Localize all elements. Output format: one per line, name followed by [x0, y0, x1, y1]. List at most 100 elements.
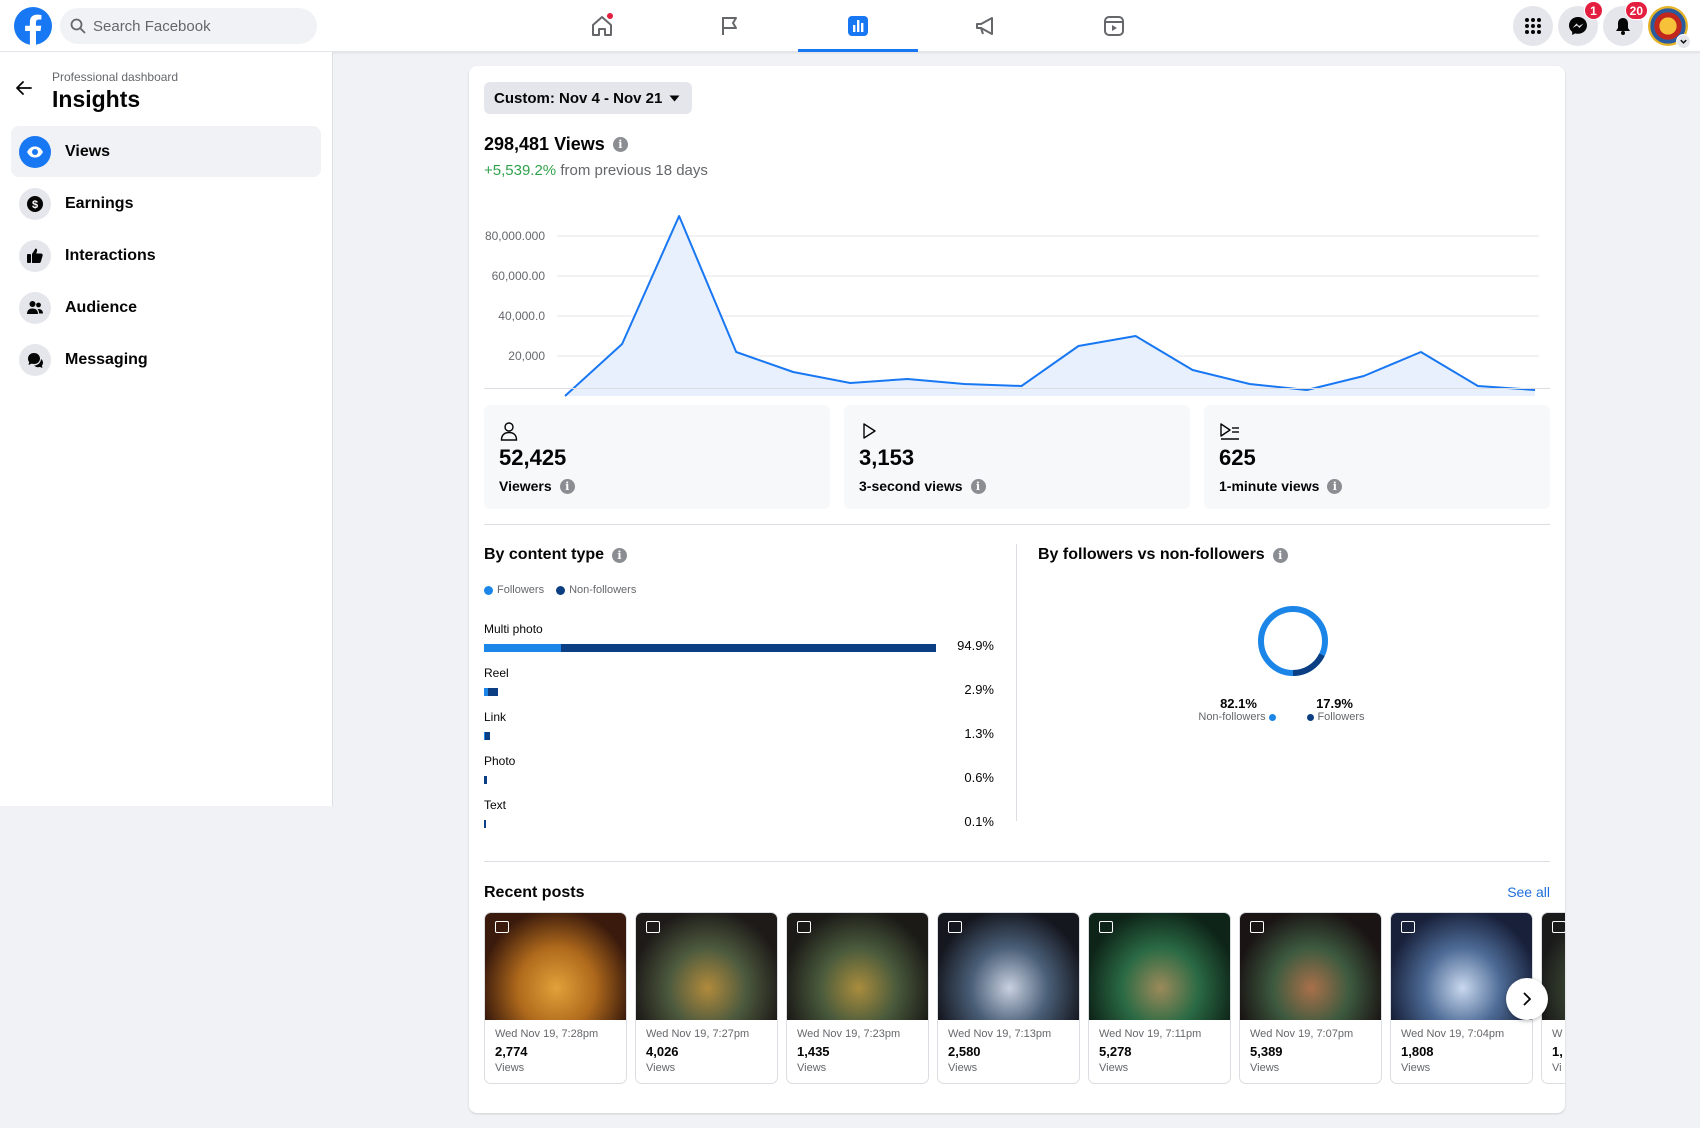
content-type-percent: 1.3%	[964, 726, 994, 741]
recent-posts-title: Recent posts	[484, 884, 585, 901]
tab-insights[interactable]	[794, 0, 922, 52]
info-icon[interactable]: i	[559, 478, 575, 494]
tab-ads[interactable]	[922, 0, 1050, 52]
metric-value: 3,153	[859, 445, 915, 470]
metric-card-1-minute-views: 625 1-minute views i	[1204, 405, 1550, 509]
sidebar-item-label: Earnings	[65, 194, 134, 212]
post-thumbnail[interactable]	[485, 913, 626, 1020]
content-type-row: Link 1.3%	[484, 710, 994, 754]
y-tick-label: 20,000	[508, 349, 545, 363]
search-input[interactable]	[93, 17, 293, 35]
followers-caption: Followers	[1297, 711, 1372, 723]
content-type-title: By content type	[484, 546, 605, 563]
recent-post-card[interactable]: Wed Nov 19, 7:28pm 2,774 Views	[484, 912, 627, 1084]
post-timestamp: Wed Nov 19, 7:07pm	[1250, 1028, 1354, 1040]
recent-post-card[interactable]: Wed Nov 19, 7:11pm 5,278 Views	[1088, 912, 1231, 1084]
notifications-button[interactable]: 20	[1603, 1, 1648, 46]
messenger-icon	[1569, 17, 1587, 35]
views-area	[565, 216, 1535, 396]
date-range-label: Custom: Nov 4 - Nov 21	[494, 89, 663, 107]
post-thumbnail[interactable]	[938, 913, 1079, 1020]
content-type-label: Multi photo	[484, 622, 543, 636]
multi-photo-icon	[948, 921, 962, 933]
content-type-bar	[484, 776, 487, 784]
info-icon[interactable]: i	[612, 547, 628, 563]
svg-text:$: $	[32, 199, 38, 211]
recent-post-card[interactable]: Wed Nov 19, 7:23pm 1,435 Views	[786, 912, 929, 1084]
content-type-label: Text	[484, 798, 507, 812]
flag-icon	[722, 17, 737, 35]
sidebar-item-earnings[interactable]: $ Earnings	[11, 178, 321, 229]
recent-post-card[interactable]: Wed Nov 19, 7:13pm 2,580 Views	[937, 912, 1080, 1084]
sidebar-subtitle: Professional dashboard	[52, 70, 179, 84]
sidebar-item-messaging[interactable]: Messaging	[11, 334, 321, 385]
person-icon	[500, 422, 518, 441]
grid-menu-icon	[1525, 18, 1541, 34]
followers-stat: 17.9% Followers	[1297, 696, 1372, 723]
messenger-button[interactable]: 1	[1558, 1, 1603, 46]
legend-item-non-followers: Non-followers	[556, 584, 636, 596]
views-total: 298,481 Views	[484, 134, 605, 154]
views-change: +5,539.2% from previous 18 days	[484, 162, 708, 179]
post-views: 1,808	[1401, 1044, 1434, 1059]
sidebar-item-views[interactable]: Views	[11, 126, 321, 177]
info-icon[interactable]: i	[612, 137, 628, 152]
multi-photo-icon	[1552, 921, 1565, 933]
non-followers-segment	[488, 688, 498, 696]
post-views-label: Views	[1250, 1062, 1280, 1074]
views-insights-card: Custom: Nov 4 - Nov 21 298,481 Views i +…	[469, 66, 1565, 1113]
info-icon[interactable]: i	[1272, 547, 1288, 563]
views-total-heading: 298,481 Views i	[484, 134, 628, 155]
post-thumbnail[interactable]	[636, 913, 777, 1020]
content-type-row: Photo 0.6%	[484, 754, 994, 798]
facebook-logo-icon[interactable]	[14, 7, 52, 45]
content-type-bar	[484, 820, 486, 828]
post-views-label: Views	[1099, 1062, 1129, 1074]
see-all-link[interactable]: See all	[1507, 884, 1550, 900]
content-type-percent: 0.6%	[964, 770, 994, 785]
recent-post-card[interactable]: Wed Nov 19, 7:07pm 5,389 Views	[1239, 912, 1382, 1084]
post-thumbnail[interactable]	[787, 913, 928, 1020]
post-thumbnail[interactable]	[1089, 913, 1230, 1020]
chevron-right-icon	[1523, 992, 1531, 1006]
metric-label: Viewers i	[499, 478, 575, 494]
non-followers-caption: Non-followers	[1196, 711, 1281, 723]
followers-split-heading: By followers vs non-followers i	[1038, 546, 1288, 564]
y-tick-label: 80,000.000	[485, 229, 545, 243]
content-type-label: Photo	[484, 754, 516, 768]
legend-dot	[556, 585, 566, 595]
tab-reels[interactable]	[1050, 0, 1178, 52]
recent-post-card[interactable]: Wed Nov 19, 7:27pm 4,026 Views	[635, 912, 778, 1084]
info-icon[interactable]: i	[1327, 478, 1343, 494]
metric-label-text: Viewers	[499, 478, 552, 494]
content-type-percent: 94.9%	[957, 638, 994, 653]
tab-pages[interactable]	[666, 0, 794, 52]
account-avatar[interactable]	[1648, 6, 1691, 49]
multi-photo-icon	[1099, 921, 1113, 933]
non-followers-label: Non-followers	[1198, 711, 1266, 723]
content-type-heading: By content type i	[484, 546, 628, 564]
back-arrow-icon[interactable]	[14, 78, 34, 98]
multi-photo-icon	[646, 921, 660, 933]
sidebar-item-audience[interactable]: Audience	[11, 282, 321, 333]
search-box[interactable]	[60, 8, 317, 44]
sidebar-item-label: Views	[65, 142, 111, 160]
post-timestamp: Wed Nov 19, 7:11pm	[1099, 1028, 1202, 1040]
tab-home[interactable]	[538, 0, 666, 52]
y-tick-label: 40,000.0	[498, 309, 545, 323]
thumbs-up-icon	[19, 239, 51, 272]
info-icon[interactable]: i	[970, 478, 986, 494]
menu-button[interactable]	[1513, 6, 1553, 46]
vertical-divider	[1016, 544, 1017, 821]
non-followers-segment	[484, 820, 486, 828]
post-views: 1,	[1552, 1044, 1563, 1059]
non-followers-percent: 82.1%	[1220, 696, 1257, 711]
post-thumbnail[interactable]	[1240, 913, 1381, 1020]
legend-dot	[484, 585, 493, 595]
multi-photo-icon	[797, 921, 811, 933]
date-range-dropdown[interactable]: Custom: Nov 4 - Nov 21	[484, 82, 693, 114]
carousel-next-button[interactable]	[1506, 978, 1548, 1020]
sidebar-item-interactions[interactable]: Interactions	[11, 230, 321, 281]
post-views-label: Views	[495, 1062, 525, 1074]
legend-dot	[1268, 713, 1276, 721]
